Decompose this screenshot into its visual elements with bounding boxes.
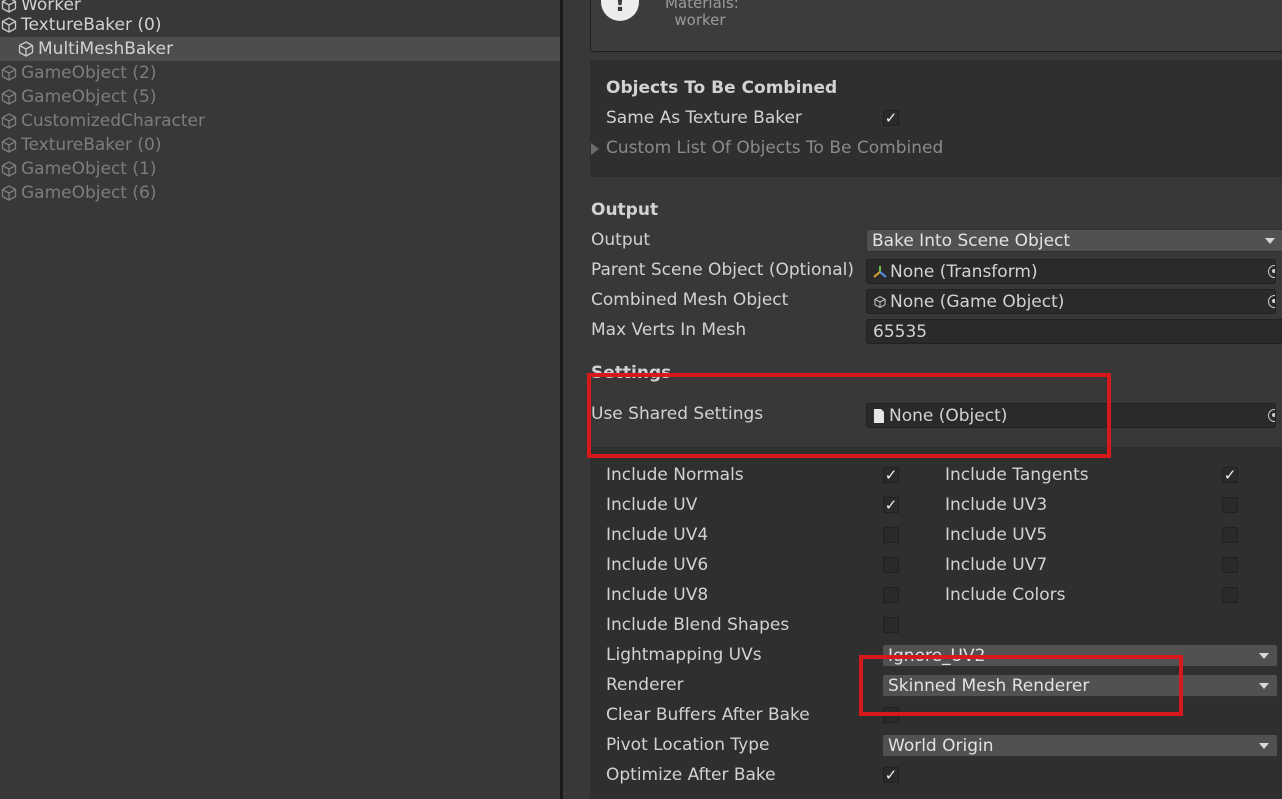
include-uv-label: Include UV — [606, 495, 698, 515]
include-normals-label: Include Normals — [606, 465, 744, 485]
transform-icon — [873, 265, 887, 278]
warning-line-2: worker — [674, 11, 726, 29]
include-uv-checkbox[interactable]: ✓ — [883, 497, 899, 513]
include-uv3-checkbox[interactable]: ✓ — [1222, 497, 1238, 513]
optimize-after-bake-label: Optimize After Bake — [606, 765, 776, 785]
object-picker-icon[interactable] — [1268, 409, 1275, 422]
hierarchy-item-label: MultiMeshBaker — [38, 39, 174, 59]
pivot-location-label: Pivot Location Type — [606, 735, 770, 755]
use-shared-settings-label: Use Shared Settings — [591, 404, 764, 424]
include-uv8-checkbox[interactable]: ✓ — [883, 587, 899, 603]
include-blend-shapes-checkbox[interactable]: ✓ — [883, 617, 899, 633]
custom-list-foldout[interactable]: Custom List Of Objects To Be Combined — [606, 138, 943, 158]
output-dropdown[interactable]: Bake Into Scene Object — [866, 229, 1282, 252]
use-shared-settings-value: None (Object) — [889, 405, 1008, 426]
output-section-title: Output — [591, 200, 659, 220]
combined-mesh-object-label: Combined Mesh Object — [591, 290, 789, 310]
max-verts-label: Max Verts In Mesh — [591, 320, 747, 340]
hierarchy-item-label: TextureBaker (0) — [21, 135, 162, 155]
combined-mesh-object-value: None (Game Object) — [890, 291, 1065, 312]
settings-section-title: Settings — [591, 363, 672, 383]
include-uv6-checkbox[interactable]: ✓ — [883, 557, 899, 573]
use-shared-settings-field[interactable]: None (Object) — [866, 403, 1276, 428]
chevron-down-icon — [1265, 238, 1275, 244]
document-icon — [874, 408, 884, 423]
hierarchy-item[interactable]: TextureBaker (0) — [0, 13, 560, 37]
hierarchy-item[interactable]: CustomizedCharacter — [0, 109, 560, 133]
output-dropdown-value: Bake Into Scene Object — [872, 230, 1071, 251]
include-uv4-label: Include UV4 — [606, 525, 709, 545]
lightmapping-uvs-label: Lightmapping UVs — [606, 645, 762, 665]
object-picker-icon[interactable] — [1268, 265, 1275, 278]
hierarchy-item-label: CustomizedCharacter — [21, 111, 205, 131]
clear-buffers-label: Clear Buffers After Bake — [606, 705, 810, 725]
hierarchy-item[interactable]: GameObject (6) — [0, 181, 560, 205]
object-picker-icon[interactable] — [1268, 295, 1275, 308]
hierarchy-item[interactable]: MultiMeshBaker — [0, 37, 560, 61]
gameobject-icon — [1, 113, 17, 129]
warning-icon: ! — [601, 0, 639, 21]
parent-scene-object-field[interactable]: None (Transform) — [866, 259, 1276, 284]
include-colors-label: Include Colors — [945, 585, 1066, 605]
include-uv7-checkbox[interactable]: ✓ — [1222, 557, 1238, 573]
warning-box: ! Materials: worker — [590, 0, 1282, 52]
include-uv5-label: Include UV5 — [945, 525, 1048, 545]
gameobject-icon — [1, 0, 17, 13]
same-as-texture-baker-checkbox[interactable]: ✓ — [883, 110, 899, 126]
include-uv4-checkbox[interactable]: ✓ — [883, 527, 899, 543]
hierarchy-item-label: GameObject (5) — [21, 87, 157, 107]
combined-mesh-object-field[interactable]: None (Game Object) — [866, 289, 1276, 314]
hierarchy-item[interactable]: GameObject (2) — [0, 61, 560, 85]
include-uv6-label: Include UV6 — [606, 555, 709, 575]
hierarchy-item-label: GameObject (2) — [21, 63, 157, 83]
chevron-down-icon — [1259, 683, 1269, 689]
max-verts-input[interactable]: 65535 — [866, 319, 1282, 344]
lightmapping-uvs-dropdown[interactable]: Ignore_UV2 — [882, 644, 1278, 667]
same-as-texture-baker-label: Same As Texture Baker — [606, 108, 802, 128]
renderer-label: Renderer — [606, 675, 684, 695]
hierarchy-item-label: TextureBaker (0) — [21, 15, 162, 35]
objects-section-title: Objects To Be Combined — [606, 78, 838, 98]
chevron-down-icon — [1259, 743, 1269, 749]
gameobject-icon — [1, 161, 17, 177]
pivot-location-value: World Origin — [888, 735, 994, 756]
include-tangents-label: Include Tangents — [945, 465, 1089, 485]
gameobject-icon — [874, 295, 886, 308]
gameobject-icon — [1, 65, 17, 81]
hierarchy-panel: Worker TextureBaker (0) MultiMeshBaker Game… — [0, 0, 560, 799]
include-uv5-checkbox[interactable]: ✓ — [1222, 527, 1238, 543]
output-label: Output — [591, 230, 651, 250]
gameobject-icon — [1, 185, 17, 201]
hierarchy-item[interactable]: GameObject (1) — [0, 157, 560, 181]
gameobject-icon — [1, 17, 17, 33]
include-uv8-label: Include UV8 — [606, 585, 709, 605]
gameobject-icon — [1, 137, 17, 153]
gameobject-icon — [18, 41, 34, 57]
include-tangents-checkbox[interactable]: ✓ — [1222, 467, 1238, 483]
parent-scene-object-label: Parent Scene Object (Optional) — [591, 260, 854, 280]
clear-buffers-checkbox[interactable]: ✓ — [883, 707, 899, 723]
hierarchy-item-label: GameObject (1) — [21, 159, 157, 179]
chevron-down-icon — [1259, 653, 1269, 659]
include-normals-checkbox[interactable]: ✓ — [883, 467, 899, 483]
parent-scene-object-value: None (Transform) — [890, 261, 1038, 282]
renderer-value: Skinned Mesh Renderer — [888, 675, 1090, 696]
inspector-panel: ! Materials: worker Objects To Be Combin… — [563, 0, 1282, 799]
optimize-after-bake-checkbox[interactable]: ✓ — [883, 767, 899, 783]
hierarchy-item[interactable]: TextureBaker (0) — [0, 133, 560, 157]
include-uv3-label: Include UV3 — [945, 495, 1048, 515]
foldout-arrow-icon[interactable] — [591, 143, 599, 155]
lightmapping-uvs-value: Ignore_UV2 — [888, 645, 986, 666]
gameobject-icon — [1, 89, 17, 105]
hierarchy-item[interactable]: GameObject (5) — [0, 85, 560, 109]
pivot-location-dropdown[interactable]: World Origin — [882, 734, 1278, 757]
hierarchy-item-label: GameObject (6) — [21, 183, 157, 203]
include-blend-shapes-label: Include Blend Shapes — [606, 615, 790, 635]
include-colors-checkbox[interactable]: ✓ — [1222, 587, 1238, 603]
renderer-dropdown[interactable]: Skinned Mesh Renderer — [882, 674, 1278, 697]
include-uv7-label: Include UV7 — [945, 555, 1048, 575]
